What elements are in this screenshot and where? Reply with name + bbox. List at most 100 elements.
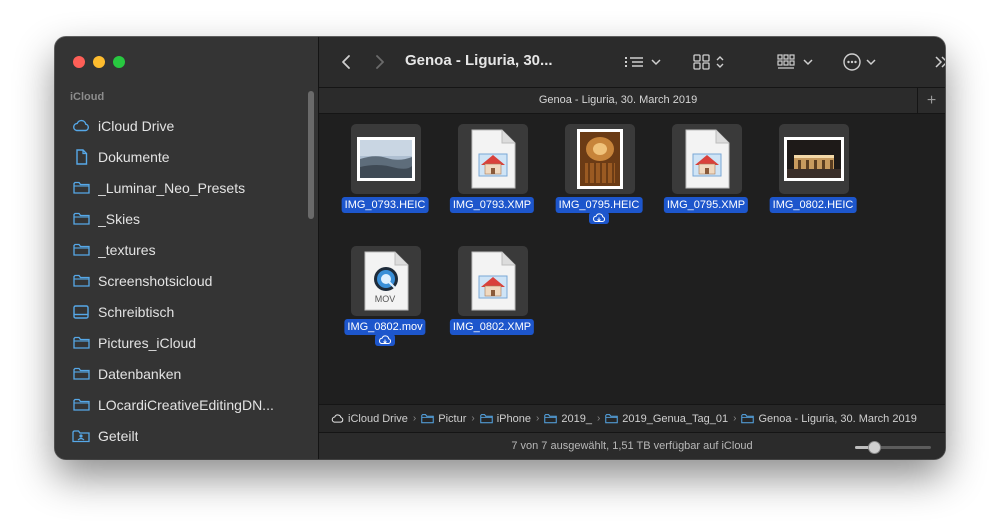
file-thumbnail[interactable] (672, 124, 742, 194)
path-item[interactable]: iCloud Drive (331, 413, 408, 425)
folder-icon (741, 413, 755, 424)
close-window-button[interactable] (73, 56, 85, 68)
file-thumbnail[interactable] (351, 246, 421, 316)
file-name[interactable]: IMG_0795.HEIC (555, 197, 643, 213)
file-item[interactable]: IMG_0793.XMP (442, 115, 542, 230)
path-item-label: Pictur (438, 412, 467, 425)
path-bar: iCloud Drive › Pictur › iPhone › 2019_ › 2019_Ge… (319, 404, 945, 432)
file-item[interactable]: MOV IMG_0802.mov (335, 237, 435, 352)
shared-folder-icon (71, 428, 91, 444)
path-separator: › (471, 413, 475, 424)
sidebar-item-label: Briefe Eile Vatti und Mutti (98, 459, 254, 460)
window-controls (73, 56, 125, 68)
path-item-label: iCloud Drive (348, 412, 408, 425)
folder-icon (71, 459, 91, 460)
file-item[interactable]: IMG_0802.XMP (442, 237, 542, 352)
cloud-download-icon[interactable] (589, 212, 609, 224)
path-item-label: 2019_Genua_Tag_01 (622, 412, 729, 425)
cloud-download-icon[interactable] (375, 334, 395, 346)
path-item[interactable]: Pictur (421, 413, 466, 425)
sidebar-item-label: Schreibtisch (98, 303, 175, 320)
folder-icon (421, 413, 434, 424)
list-view-button[interactable] (623, 37, 663, 87)
forward-chevron-icon (376, 55, 384, 69)
path-separator: › (412, 413, 417, 424)
sidebar: iCloud iCloud Drive Dokumente _Luminar_N… (55, 37, 319, 459)
sidebar-item-label: Screenshotsicloud (98, 272, 213, 289)
sidebar-item-icloud-drive[interactable]: iCloud Drive (55, 110, 318, 141)
overflow-button[interactable] (931, 37, 945, 87)
zoom-window-button[interactable] (113, 56, 125, 68)
path-separator: › (536, 413, 540, 424)
file-type-badge: MOV (374, 294, 396, 304)
folder-icon (71, 180, 91, 196)
folder-icon (544, 413, 558, 424)
file-item[interactable]: IMG_0795.HEIC (549, 115, 649, 230)
sidebar-item-screenshotsicloud[interactable]: Screenshotsicloud (55, 265, 318, 296)
path-separator: › (733, 413, 737, 424)
minimize-window-button[interactable] (93, 56, 105, 68)
sidebar-item-label: _Skies (98, 210, 141, 227)
file-thumbnail[interactable] (458, 124, 528, 194)
file-thumbnail[interactable] (351, 124, 421, 194)
folder-icon (71, 366, 91, 382)
status-bar: 7 von 7 ausgewählt, 1,51 TB verfügbar au… (319, 432, 945, 459)
document-icon (71, 148, 91, 165)
file-name[interactable]: IMG_0793.HEIC (341, 197, 429, 213)
file-name[interactable]: IMG_0802.XMP (449, 319, 535, 335)
sidebar-item-dokumente[interactable]: Dokumente (55, 141, 318, 172)
file-thumbnail[interactable] (779, 124, 849, 194)
group-button[interactable] (775, 37, 815, 87)
forward-button[interactable] (367, 37, 393, 87)
path-item-label: iPhone (496, 412, 531, 425)
sidebar-list: iCloud Drive Dokumente _Luminar_Neo_Pres… (55, 110, 318, 459)
sidebar-item-briefe-eile-vatti-und-mutti[interactable]: Briefe Eile Vatti und Mutti (55, 451, 318, 460)
file-item[interactable]: IMG_0793.HEIC (335, 115, 435, 230)
sidebar-item-locardicreativeeditingdn[interactable]: LOcardiCreativeEditingDN... (55, 389, 318, 420)
sidebar-item-label: Datenbanken (98, 365, 182, 382)
sidebar-item-luminar-neo-presets[interactable]: _Luminar_Neo_Presets (55, 172, 318, 203)
path-item-label: Genoa - Liguria, 30. March 2019 (758, 412, 917, 425)
folder-icon (71, 211, 91, 227)
file-thumbnail[interactable] (458, 246, 528, 316)
slider-knob[interactable] (868, 441, 881, 454)
action-button[interactable] (841, 37, 883, 87)
sidebar-item-label: _textures (98, 241, 156, 258)
sidebar-section-icloud[interactable]: iCloud (70, 91, 104, 103)
sidebar-item-textures[interactable]: _textures (55, 234, 318, 265)
icon-size-slider[interactable] (855, 441, 931, 454)
path-item[interactable]: 2019_Genua_Tag_01 (605, 413, 728, 425)
main-area: Genoa - Liguria, 30... Genoa - Liguria, … (319, 37, 945, 459)
sidebar-item-schreibtisch[interactable]: Schreibtisch (55, 296, 318, 327)
file-item[interactable]: IMG_0802.HEIC (763, 115, 863, 230)
path-item[interactable]: 2019_ (544, 413, 592, 425)
folder-icon (480, 413, 493, 424)
folder-icon (605, 413, 619, 424)
sidebar-item-datenbanken[interactable]: Datenbanken (55, 358, 318, 389)
file-name[interactable]: IMG_0795.XMP (663, 197, 749, 213)
path-item[interactable]: iPhone (480, 413, 531, 425)
sidebar-item-skies[interactable]: _Skies (55, 203, 318, 234)
tab-title[interactable]: Genoa - Liguria, 30. March 2019 (319, 94, 917, 106)
file-thumbnail[interactable] (565, 124, 635, 194)
file-name[interactable]: IMG_0802.HEIC (769, 197, 857, 213)
folder-icon (71, 397, 91, 413)
sidebar-scrollbar[interactable] (308, 91, 314, 219)
file-name[interactable]: IMG_0793.XMP (449, 197, 535, 213)
status-text: 7 von 7 ausgewählt, 1,51 TB verfügbar au… (511, 440, 753, 452)
icon-view-button[interactable] (691, 37, 727, 87)
file-name[interactable]: IMG_0802.mov (344, 319, 426, 335)
sidebar-item-label: LOcardiCreativeEditingDN... (98, 396, 274, 413)
back-button[interactable] (333, 37, 359, 87)
sidebar-item-label: _Luminar_Neo_Presets (98, 179, 246, 196)
cloud-icon (71, 118, 91, 134)
sidebar-item-geteilt[interactable]: Geteilt (55, 420, 318, 451)
folder-icon (71, 242, 91, 258)
file-item[interactable]: IMG_0795.XMP (656, 115, 756, 230)
sidebar-item-pictures-icloud[interactable]: Pictures_iCloud (55, 327, 318, 358)
more-icon (843, 53, 876, 71)
path-item[interactable]: Genoa - Liguria, 30. March 2019 (741, 412, 917, 425)
new-tab-button[interactable]: + (917, 88, 945, 113)
group-icon (777, 54, 813, 69)
overflow-icon (935, 56, 945, 68)
